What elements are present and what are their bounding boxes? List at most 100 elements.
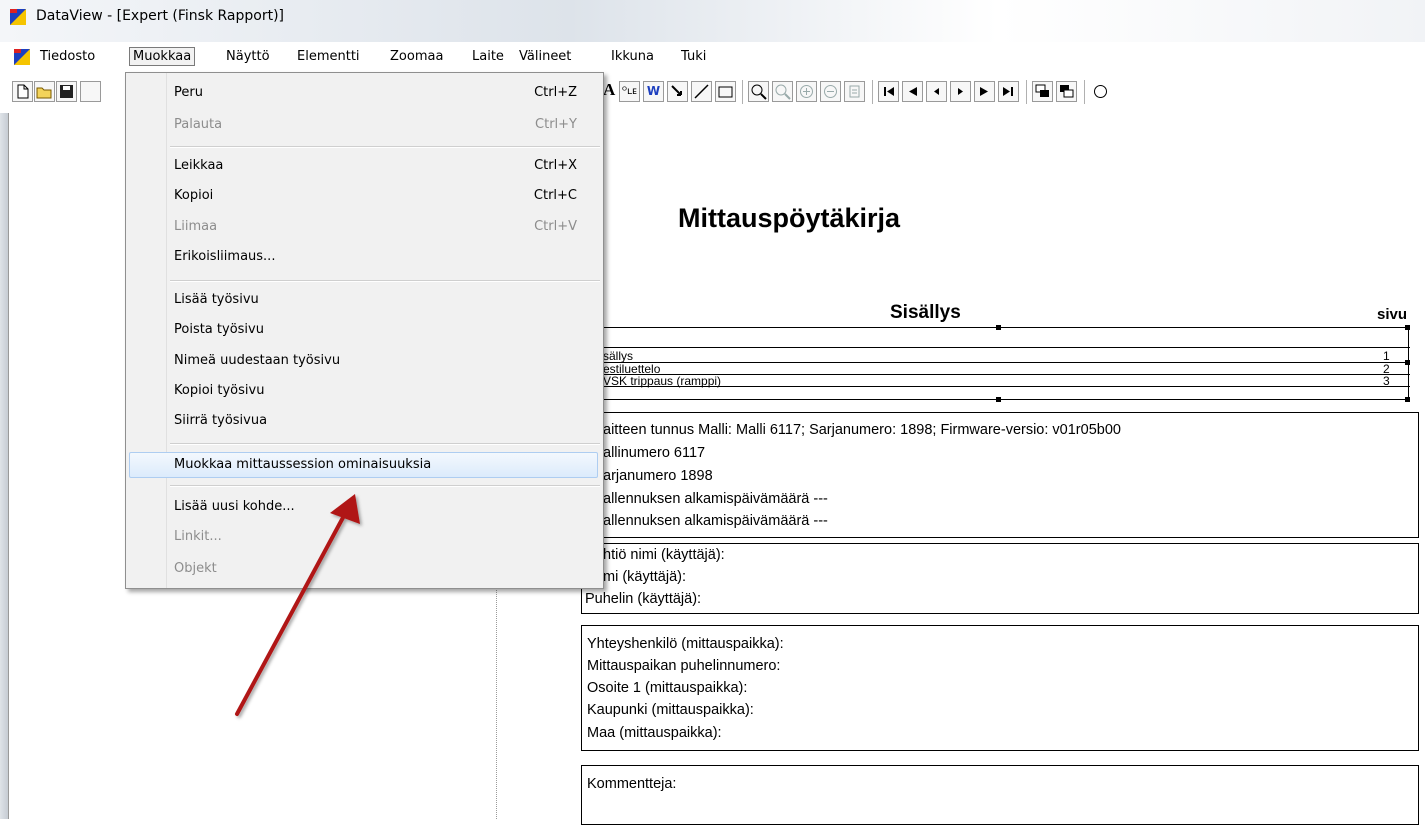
- menu-item-links[interactable]: Linkit...: [174, 529, 222, 544]
- fit-page-icon: [849, 85, 860, 98]
- zoom-out-icon: [824, 85, 837, 98]
- next-page-button[interactable]: [950, 81, 971, 102]
- user-line: htiö nimi (käyttäjä):: [603, 547, 725, 563]
- fit-page-button[interactable]: [844, 81, 865, 102]
- first-page-icon: [884, 87, 894, 96]
- edit-menu-dropdown: Peru Ctrl+Z Palauta Ctrl+Y Leikkaa Ctrl+…: [125, 72, 604, 589]
- zoom-out-button[interactable]: [820, 81, 841, 102]
- circle-icon: [1094, 85, 1107, 98]
- menu-item-move-worksheet[interactable]: Siirrä työsivua: [174, 413, 267, 428]
- toc-heading: Sisällys: [890, 302, 961, 323]
- zoom-in-button[interactable]: [796, 81, 817, 102]
- line-tool-button[interactable]: [691, 81, 712, 102]
- toc-table[interactable]: sällys 1 estiluettelo 2 VSK trippaus (ra…: [596, 325, 1410, 404]
- previous-fast-button[interactable]: [902, 81, 923, 102]
- toolbar-button-hidden[interactable]: [80, 81, 101, 102]
- menu-tiedosto[interactable]: Tiedosto: [40, 49, 95, 64]
- save-button[interactable]: [56, 81, 77, 102]
- device-line: arjanumero 1898: [603, 468, 713, 484]
- arrow-pointer-icon: [671, 85, 682, 96]
- menu-tuki[interactable]: Tuki: [681, 49, 706, 64]
- last-page-icon: [1003, 87, 1013, 96]
- word-button[interactable]: W: [643, 81, 664, 102]
- window-frame: [0, 113, 8, 819]
- menu-item-cut[interactable]: Leikkaa: [174, 158, 223, 173]
- user-line: Puhelin (käyttäjä):: [585, 591, 702, 607]
- pointer-button[interactable]: [667, 81, 688, 102]
- menu-ikkuna[interactable]: Ikkuna: [611, 49, 654, 64]
- menu-item-copy[interactable]: Kopioi: [174, 188, 213, 203]
- next-fast-icon: [980, 87, 988, 96]
- previous-icon: [934, 88, 939, 95]
- toc-entry: sällys: [603, 349, 634, 363]
- ole-button[interactable]: ᴼʟᴇ: [619, 81, 640, 102]
- zoom-area-icon: [775, 84, 791, 100]
- next-fast-button[interactable]: [974, 81, 995, 102]
- menu-nayttö[interactable]: Näyttö: [226, 49, 270, 64]
- menu-item-insert-new-object[interactable]: Lisää uusi kohde...: [174, 499, 295, 514]
- workspace-border: [8, 113, 9, 819]
- window-title: DataView - [Expert (Finsk Rapport)]: [36, 8, 285, 24]
- toc-page-number: 1: [1383, 349, 1390, 363]
- menu-icon-gutter: [126, 73, 167, 588]
- menu-muokkaa[interactable]: Muokkaa: [129, 47, 196, 66]
- menu-item-undo[interactable]: Peru: [174, 85, 203, 100]
- document-icon[interactable]: [14, 49, 30, 65]
- menu-item-add-worksheet[interactable]: Lisää työsivu: [174, 292, 259, 307]
- rectangle-tool-button[interactable]: [715, 81, 736, 102]
- device-line: allennuksen alkamispäivämäärä ---: [603, 513, 828, 529]
- shortcut-undo: Ctrl+Z: [534, 85, 577, 100]
- previous-fast-icon: [909, 87, 917, 96]
- toc-entry: VSK trippaus (ramppi): [603, 374, 722, 388]
- user-info-box[interactable]: htiö nimi (käyttäjä): mi (käyttäjä): Puh…: [581, 543, 1419, 614]
- menu-item-redo[interactable]: Palauta: [174, 117, 222, 132]
- menu-item-paste[interactable]: Liimaa: [174, 219, 217, 234]
- bring-to-front-button[interactable]: [1032, 81, 1053, 102]
- device-line: allennuksen alkamispäivämäärä ---: [603, 491, 828, 507]
- device-line: allinumero 6117: [603, 445, 706, 461]
- comments-label: Kommentteja:: [587, 776, 677, 792]
- menu-item-paste-special[interactable]: Erikoisliimaus...: [174, 249, 275, 264]
- ellipse-tool-button[interactable]: [1090, 81, 1111, 102]
- zoom-button[interactable]: [748, 81, 769, 102]
- user-line: mi (käyttäjä):: [603, 569, 686, 585]
- shortcut-paste: Ctrl+V: [534, 219, 577, 234]
- ole-label: ᴼʟᴇ: [622, 86, 637, 97]
- first-page-button[interactable]: [878, 81, 899, 102]
- save-icon: [60, 85, 73, 98]
- previous-page-button[interactable]: [926, 81, 947, 102]
- menu-item-rename-worksheet[interactable]: Nimeä uudestaan työsivu: [174, 353, 340, 368]
- line-icon: [694, 84, 709, 99]
- menu-elementti[interactable]: Elementti: [297, 49, 360, 64]
- title-bar: DataView - [Expert (Finsk Rapport)]: [0, 0, 1425, 42]
- menu-item-object[interactable]: Objekt: [174, 561, 217, 576]
- site-line: Maa (mittauspaikka):: [587, 725, 722, 741]
- menu-laite[interactable]: Laite: [472, 49, 504, 64]
- site-line: Kaupunki (mittauspaikka):: [587, 702, 754, 718]
- device-info-box[interactable]: aitteen tunnus Malli: Malli 6117; Sarjan…: [581, 412, 1419, 538]
- send-to-back-icon: [1060, 85, 1074, 98]
- device-line: aitteen tunnus Malli: Malli 6117; Sarjan…: [603, 422, 1121, 438]
- comments-box[interactable]: Kommentteja:: [581, 765, 1419, 825]
- shortcut-copy: Ctrl+C: [533, 188, 577, 203]
- page-title: Mittauspöytäkirja: [678, 203, 901, 233]
- menu-item-copy-worksheet[interactable]: Kopioi työsivu: [174, 383, 264, 398]
- text-tool-button[interactable]: A: [603, 80, 615, 100]
- menu-item-delete-worksheet[interactable]: Poista työsivu: [174, 322, 264, 337]
- new-file-button[interactable]: [12, 81, 33, 102]
- menu-item-edit-session-properties[interactable]: Muokkaa mittaussession ominaisuuksia: [174, 457, 431, 472]
- site-line: Yhteyshenkilö (mittauspaikka):: [587, 636, 784, 652]
- shortcut-redo: Ctrl+Y: [535, 117, 577, 132]
- word-icon: W: [646, 84, 661, 98]
- app-icon: [10, 9, 26, 25]
- open-file-button[interactable]: [34, 81, 55, 102]
- menu-valineet[interactable]: Välineet: [519, 49, 571, 64]
- zoom-in-icon: [800, 85, 813, 98]
- zoom-area-button[interactable]: [772, 81, 793, 102]
- last-page-button[interactable]: [998, 81, 1019, 102]
- send-to-back-button[interactable]: [1056, 81, 1077, 102]
- site-info-box[interactable]: Yhteyshenkilö (mittauspaikka): Mittauspa…: [581, 625, 1419, 751]
- shortcut-cut: Ctrl+X: [534, 158, 577, 173]
- magnifier-icon: [751, 84, 767, 100]
- menu-zoomaa[interactable]: Zoomaa: [390, 49, 443, 64]
